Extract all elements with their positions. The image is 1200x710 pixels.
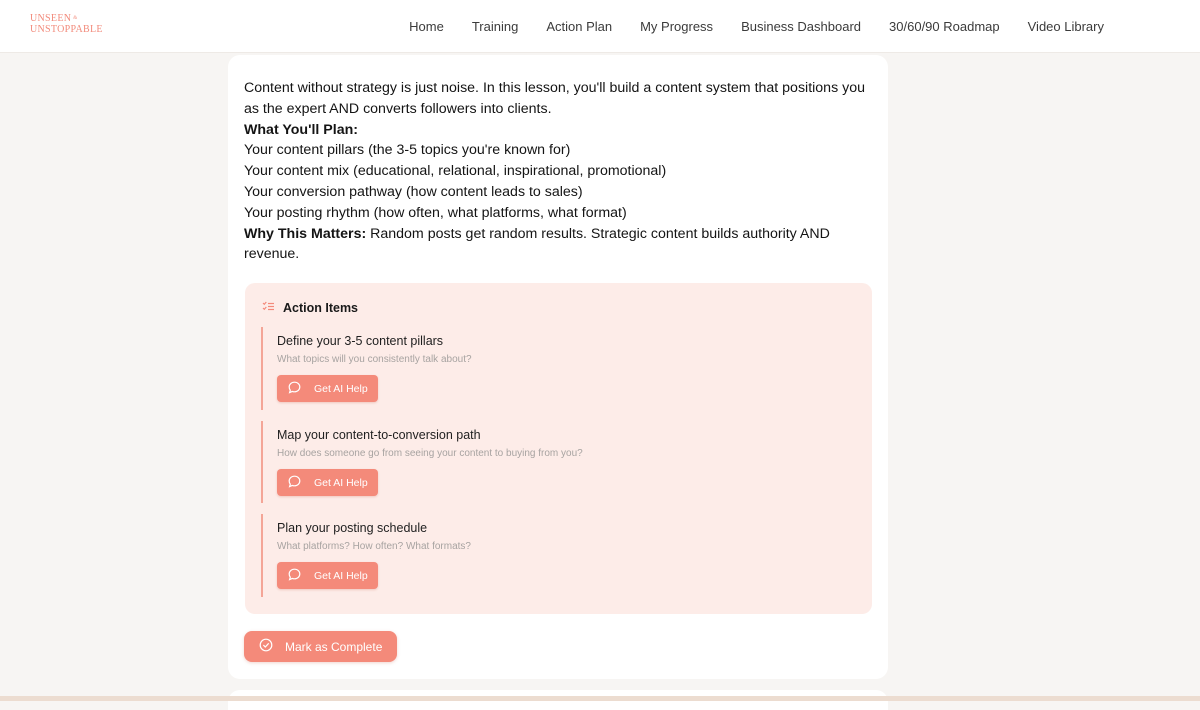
mark-complete-label: Mark as Complete [285, 639, 383, 654]
nav-business-dashboard[interactable]: Business Dashboard [741, 19, 861, 34]
action-items-header: Action Items [262, 299, 358, 317]
action-item-description: What topics will you consistently talk a… [277, 354, 472, 365]
get-ai-help-button[interactable]: Get AI Help [277, 375, 378, 402]
check-circle-icon [259, 638, 273, 655]
page-footer-strip [0, 696, 1200, 701]
get-ai-help-label: Get AI Help [314, 569, 368, 582]
checklist-icon [262, 299, 275, 317]
why-label: Why This Matters: [244, 225, 367, 242]
top-nav-bar: UNSEEN & UNSTOPPABLE Home Training Actio… [0, 0, 1200, 53]
brand-line-1: UNSEEN & [30, 13, 103, 24]
nav-training[interactable]: Training [472, 19, 518, 34]
nav-roadmap[interactable]: 30/60/90 Roadmap [889, 19, 1000, 34]
lesson-content: Content without strategy is just noise. … [244, 78, 874, 265]
brand-word-1: UNSEEN [30, 13, 72, 24]
brand-logo[interactable]: UNSEEN & UNSTOPPABLE [30, 13, 103, 35]
brand-word-2: UNSTOPPABLE [30, 24, 103, 35]
chat-bubble-icon [288, 568, 301, 584]
plan-heading: What You'll Plan: [244, 121, 358, 138]
nav-home[interactable]: Home [409, 19, 444, 34]
action-item: Map your content-to-conversion path How … [261, 421, 861, 503]
get-ai-help-button[interactable]: Get AI Help [277, 469, 378, 496]
chat-bubble-icon [288, 381, 301, 397]
nav-action-plan[interactable]: Action Plan [546, 19, 612, 34]
plan-item: Your posting rhythm (how often, what pla… [244, 204, 627, 221]
action-item-title: Plan your posting schedule [277, 521, 428, 535]
mark-complete-button[interactable]: Mark as Complete [244, 631, 397, 662]
brand-ampersand: & [73, 16, 78, 21]
action-item-description: What platforms? How often? What formats? [277, 541, 471, 552]
nav-video-library[interactable]: Video Library [1028, 19, 1104, 34]
action-item-title: Define your 3-5 content pillars [277, 334, 444, 348]
action-item-title: Map your content-to-conversion path [277, 428, 481, 442]
plan-item: Your content pillars (the 3-5 topics you… [244, 142, 571, 159]
nav-my-progress[interactable]: My Progress [640, 19, 713, 34]
get-ai-help-label: Get AI Help [314, 476, 368, 489]
main-nav: Home Training Action Plan My Progress Bu… [409, 0, 1104, 53]
action-item: Define your 3-5 content pillars What top… [261, 327, 861, 410]
action-item: Plan your posting schedule What platform… [261, 514, 861, 597]
action-items-title: Action Items [283, 301, 359, 315]
action-item-description: How does someone go from seeing your con… [277, 448, 583, 459]
why-paragraph: Why This Matters: Random posts get rando… [244, 224, 874, 266]
plan-item: Your content mix (educational, relationa… [244, 163, 667, 180]
plan-item: Your conversion pathway (how content lea… [244, 183, 583, 200]
lesson-intro: Content without strategy is just noise. … [244, 80, 865, 117]
get-ai-help-button[interactable]: Get AI Help [277, 562, 378, 589]
get-ai-help-label: Get AI Help [314, 382, 368, 395]
chat-bubble-icon [288, 475, 301, 491]
